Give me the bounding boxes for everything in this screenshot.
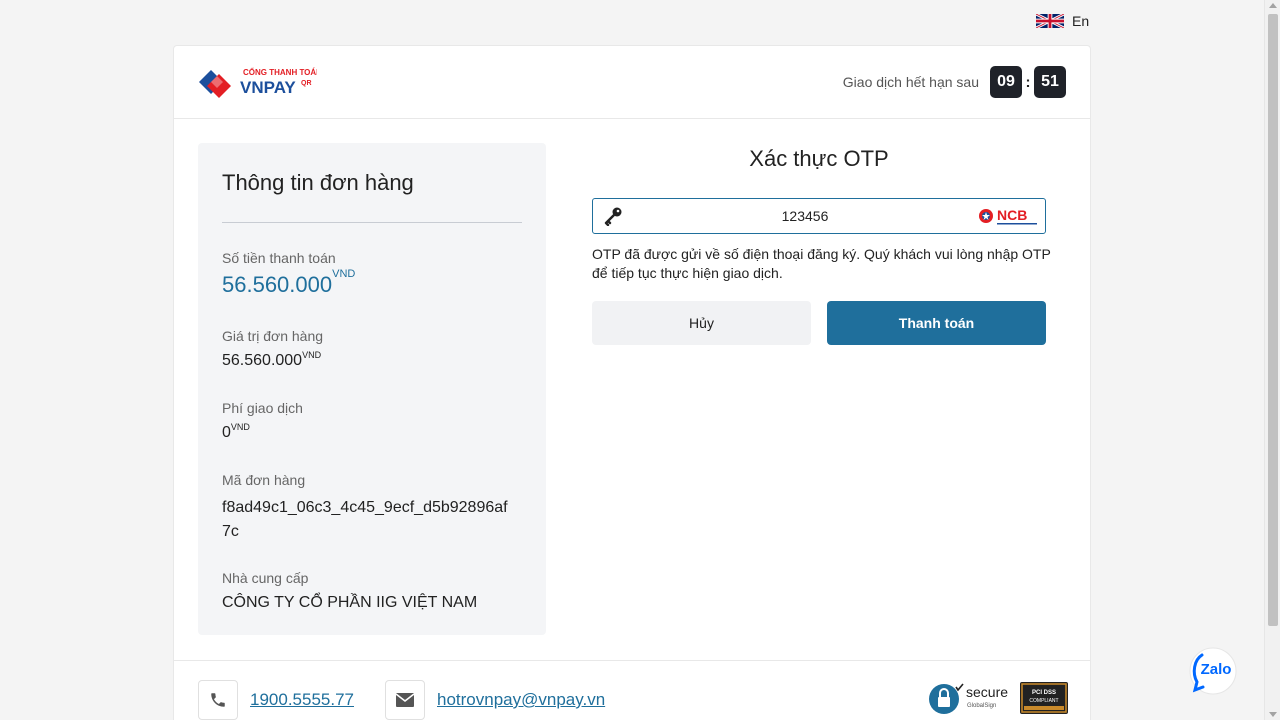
provider-value: CÔNG TY CỔ PHẦN IIG VIỆT NAM [222,594,478,611]
card-footer: 1900.5555.77 hotrovnpay@vnpay.vn secure … [174,660,1090,720]
scroll-up-arrow-icon[interactable] [1269,3,1277,8]
order-id-label: Mã đơn hàng [222,472,306,488]
amount-value: 56.560.000VND [222,268,356,297]
expiry-timer: Giao dịch hết hạn sau 09 : 51 [843,66,1066,98]
fee-value: 0VND [222,422,250,441]
order-value-unit: VND [302,350,322,360]
pci-dss-badge: PCI DSS COMPLIANT [1020,682,1068,714]
order-id-line2: 7c [222,523,239,540]
timer-minutes: 09 [990,66,1022,98]
email-link[interactable]: hotrovnpay@vnpay.vn [437,690,605,710]
otp-message: OTP đã được gửi về số điện thoại đăng ký… [592,246,1051,281]
card-header: CỔNG THANH TOÁN VNPAY QR Giao dịch hết h… [174,46,1090,119]
svg-text:GlobalSign: GlobalSign [967,703,996,709]
amount-label: Số tiền thanh toán [222,250,336,266]
uk-flag-icon [1036,14,1064,28]
phone-link[interactable]: 1900.5555.77 [250,690,354,710]
otp-title: Xác thực OTP [749,146,889,171]
order-id-line1: f8ad49c1_06c3_4c45_9ecf_d5b92896af [222,499,508,516]
language-label: En [1072,13,1090,29]
amount-unit: VND [332,268,356,280]
timer-label: Giao dịch hết hạn sau [842,74,979,90]
order-info-panel: Thông tin đơn hàng Số tiền thanh toán 56… [198,143,546,635]
globalsign-secure-badge: secure GlobalSign [929,683,1008,714]
provider-label: Nhà cung cấp [222,570,309,586]
zalo-chat-button[interactable]: Zalo [1188,646,1238,696]
timer-seconds: 51 [1034,66,1066,98]
svg-text:PCI DSS: PCI DSS [1032,690,1056,696]
scroll-down-arrow-icon[interactable] [1269,712,1277,717]
language-switcher[interactable]: En [1036,13,1089,29]
security-badges: secure GlobalSign PCI DSS COMPLIANT [928,681,1068,715]
logo-text-qr: QR [301,80,312,87]
pay-button[interactable]: Thanh toán [827,301,1046,345]
order-info-title: Thông tin đơn hàng [222,170,414,195]
svg-text:COMPLIANT: COMPLIANT [1029,698,1058,704]
ncb-bank-logo: NCB [977,199,1045,233]
timer-separator: : [1025,73,1031,91]
svg-text:NCB: NCB [997,207,1027,223]
order-value: 56.560.000VND [222,350,322,369]
payment-card: CỔNG THANH TOÁN VNPAY QR Giao dịch hết h… [173,45,1091,720]
phone-icon [198,680,238,720]
fee-unit: VND [230,422,250,432]
page-scrollbar[interactable] [1264,0,1280,720]
order-id-value: f8ad49c1_06c3_4c45_9ecf_d5b92896af 7c [222,496,522,544]
order-info-divider [222,222,522,223]
phone-contact: 1900.5555.77 [198,680,354,720]
scrollbar-thumb[interactable] [1268,14,1278,626]
logo-text-top: CỔNG THANH TOÁN [243,68,317,77]
otp-input[interactable] [633,208,977,224]
order-value-label: Giá trị đơn hàng [222,328,324,344]
svg-text:secure: secure [966,684,1008,700]
key-icon [593,199,633,233]
mail-icon [385,680,425,720]
email-contact: hotrovnpay@vnpay.vn [385,680,605,720]
vnpay-logo: CỔNG THANH TOÁN VNPAY QR [199,68,317,98]
cancel-button[interactable]: Hủy [592,301,811,345]
logo-text-main: VNPAY [240,78,296,97]
otp-field[interactable]: NCB [592,198,1046,234]
fee-label: Phí giao dịch [222,400,303,416]
zalo-label: Zalo [1201,661,1232,678]
